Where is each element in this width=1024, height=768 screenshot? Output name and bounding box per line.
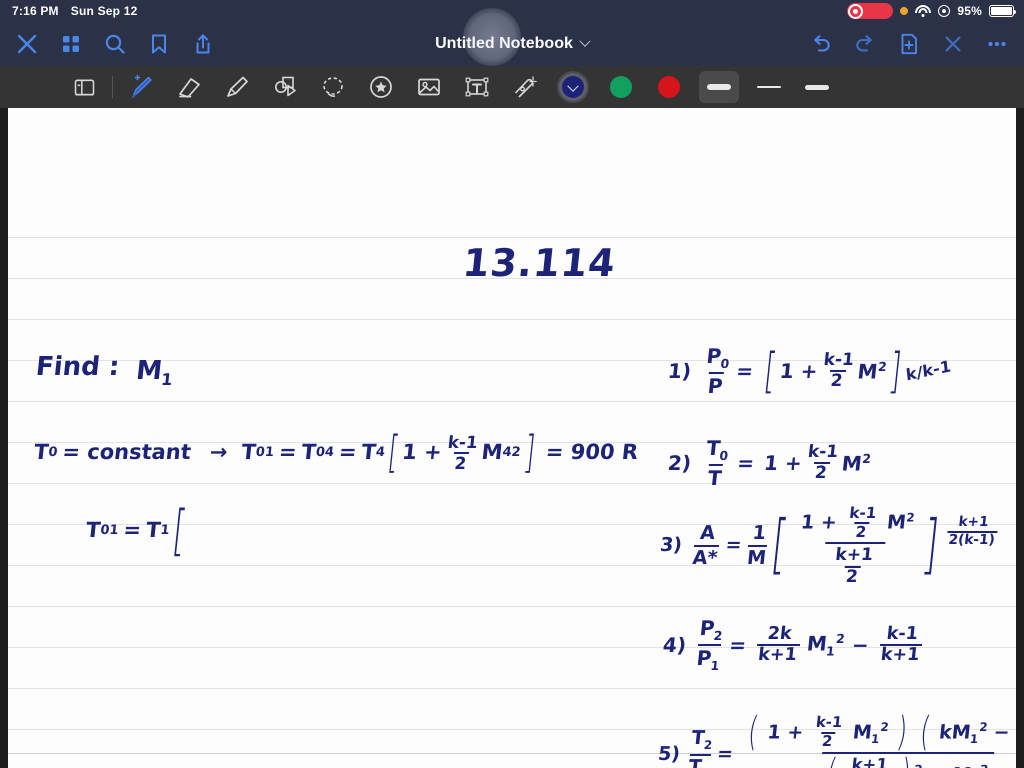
eraser-icon[interactable] [165,66,213,108]
note-line-t01: T 01 = T1 [ [84,498,191,562]
top-nav-bar: Untitled Notebook [0,22,1024,66]
sticker-icon[interactable] [357,66,405,108]
status-time: 7:16 PM [12,4,59,18]
note-canvas[interactable]: 13.114 Find : M1 T0 = constant → T 01 = T… [0,108,1024,768]
shapes-icon[interactable] [261,66,309,108]
rule-line [8,606,1016,607]
color-swatch-blue[interactable] [549,66,597,108]
location-icon [938,5,951,17]
wifi-icon [915,5,932,17]
toolbar-divider [112,76,113,98]
color-swatch-green[interactable] [597,66,645,108]
grid-icon[interactable] [58,31,84,57]
formula-4: 4) P2 P1 = 2k k+1 M12 − k-1 k+1 [660,616,928,673]
stroke-width-thick[interactable] [693,66,745,108]
status-date: Sun Sep 12 [70,4,138,18]
chevron-down-icon[interactable] [579,35,591,47]
status-bar: 7:16 PM Sun Sep 12 95% [0,0,1024,22]
note-heading: 13.114 [460,241,618,285]
rule-line [8,237,1016,238]
status-bar-right: 95% [847,3,1016,19]
nav-right-group [808,31,1010,57]
pen-icon[interactable] [117,66,165,108]
battery-icon [989,5,1016,17]
magic-wand-icon[interactable] [501,66,549,108]
close-icon[interactable] [14,31,40,57]
highlighter-icon[interactable] [213,66,261,108]
undo-icon[interactable] [808,31,834,57]
stroke-width-thin[interactable] [745,66,793,108]
redo-icon[interactable] [852,31,878,57]
screen-recording-icon[interactable] [847,3,894,19]
ipad-notes-app: 7:16 PM Sun Sep 12 95% Untitled Notebook… [0,0,1024,768]
note-line-t0-constant: T0 = constant → T 01 = T 04 = T4 [ 1 + k-1… [32,426,640,478]
image-icon[interactable] [405,66,453,108]
page-view-icon[interactable] [60,66,108,108]
orange-privacy-dot-icon [900,7,909,15]
note-page[interactable]: 13.114 Find : M1 T0 = constant → T 01 = T… [8,108,1016,768]
color-swatch-red[interactable] [645,66,693,108]
status-bar-left: 7:16 PM Sun Sep 12 [12,4,137,18]
lasso-icon[interactable] [309,66,357,108]
text-box-icon[interactable] [453,66,501,108]
search-icon[interactable] [102,31,128,57]
rule-line [8,319,1016,320]
rule-line [8,688,1016,689]
stroke-width-medium[interactable] [793,66,841,108]
formula-2: 2) T0 T = 1 + k-1 2 M2 [666,436,872,491]
close-x-icon[interactable] [940,31,966,57]
bookmark-icon[interactable] [146,31,172,57]
page-title: Untitled Notebook [435,35,573,52]
rule-line [8,401,1016,402]
note-find-variable: M1 [134,356,174,390]
drawing-toolbar [0,66,1024,108]
note-find-label: Find : [34,352,121,382]
share-icon[interactable] [190,31,216,57]
nav-left-group [14,31,216,57]
formula-5: 5) T2 T1 = ( 1 + k-12 M12 ) ( kM12 − [654,709,1016,768]
formula-3: 3) A A* = 1M [ 1 + k-1 2 M2 k+1 2] k+1 … [656,504,1004,587]
battery-percent: 95% [957,4,982,18]
new-page-icon[interactable] [896,31,922,57]
formula-1: 1) P0 P = [ 1 + k-1 2 M2 ] k/k-1 [666,342,952,399]
more-icon[interactable] [984,31,1010,57]
